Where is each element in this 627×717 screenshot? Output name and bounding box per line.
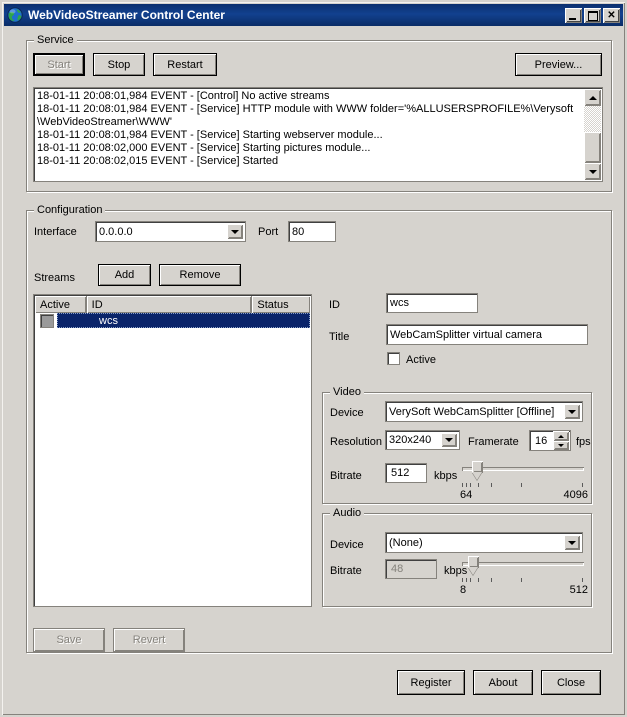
video-fps-label: fps xyxy=(576,436,591,448)
streams-list[interactable]: Active ID Status wcs xyxy=(33,294,312,607)
video-group-label: Video xyxy=(330,386,364,398)
minimize-button[interactable] xyxy=(565,7,582,23)
stream-title-label: Title xyxy=(329,331,350,343)
video-device-value: VerySoft WebCamSplitter [Offline] xyxy=(389,405,555,418)
chevron-down-icon[interactable] xyxy=(564,535,580,550)
port-label: Port xyxy=(258,226,279,238)
slider-ticks xyxy=(462,578,584,583)
video-bitrate-max: 4096 xyxy=(563,489,588,501)
interface-value: 0.0.0.0 xyxy=(99,225,133,238)
row-selection-highlight xyxy=(57,313,310,328)
configuration-group-label: Configuration xyxy=(34,204,106,216)
slider-thumb[interactable] xyxy=(468,556,479,577)
audio-bitrate-label: Bitrate xyxy=(330,565,362,577)
save-button[interactable]: Save xyxy=(33,628,105,652)
video-device-combo[interactable]: VerySoft WebCamSplitter [Offline] xyxy=(385,401,583,422)
column-header-status[interactable]: Status xyxy=(252,296,310,313)
video-resolution-label: Resolution xyxy=(330,436,382,448)
close-icon: ✕ xyxy=(607,9,616,21)
remove-stream-button[interactable]: Remove xyxy=(159,264,241,286)
title-bar[interactable]: WebVideoStreamer Control Center ✕ xyxy=(4,4,623,26)
video-resolution-value: 320x240 xyxy=(389,434,432,446)
stream-id-label: ID xyxy=(329,299,340,311)
slider-ticks xyxy=(462,483,584,488)
audio-bitrate-max: 512 xyxy=(569,584,588,596)
minimize-icon xyxy=(569,17,576,20)
about-button[interactable]: About xyxy=(473,670,533,695)
table-row[interactable]: wcs xyxy=(35,313,310,328)
dialog-close-button[interactable]: Close xyxy=(541,670,601,695)
scroll-up-button[interactable] xyxy=(584,89,601,106)
scroll-down-button[interactable] xyxy=(584,163,601,180)
stream-id-input[interactable]: wcs xyxy=(386,293,478,313)
audio-device-label: Device xyxy=(330,539,364,551)
audio-bitrate-slider[interactable]: 8 512 xyxy=(460,556,588,596)
revert-button[interactable]: Revert xyxy=(113,628,185,652)
add-stream-button[interactable]: Add xyxy=(98,264,151,286)
maximize-icon xyxy=(588,10,598,21)
stream-active-label: Active xyxy=(406,354,436,366)
audio-bitrate-min: 8 xyxy=(460,584,467,596)
video-device-label: Device xyxy=(330,407,364,419)
application-window: WebVideoStreamer Control Center ✕ Servic… xyxy=(0,0,627,717)
column-header-active[interactable]: Active xyxy=(35,296,87,313)
streams-label: Streams xyxy=(34,272,75,284)
video-bitrate-label: Bitrate xyxy=(330,470,362,482)
video-resolution-combo[interactable]: 320x240 xyxy=(385,430,460,450)
stop-button[interactable]: Stop xyxy=(93,53,145,76)
register-button[interactable]: Register xyxy=(397,670,465,695)
stream-active-checkbox[interactable] xyxy=(387,352,400,365)
slider-thumb[interactable] xyxy=(472,461,483,482)
spinner-down-icon[interactable] xyxy=(553,440,569,450)
maximize-button[interactable] xyxy=(584,7,601,23)
interface-combo[interactable]: 0.0.0.0 xyxy=(95,221,246,242)
spinner-up-icon[interactable] xyxy=(553,431,569,441)
video-framerate-spinner[interactable] xyxy=(553,431,569,450)
window-controls: ✕ xyxy=(565,7,620,23)
restart-button[interactable]: Restart xyxy=(153,53,217,76)
audio-group-label: Audio xyxy=(330,507,365,519)
audio-bitrate-input: 48 xyxy=(385,559,437,579)
video-framerate-label: Framerate xyxy=(468,436,519,448)
chevron-down-icon[interactable] xyxy=(564,404,580,419)
row-active-checkbox[interactable] xyxy=(40,313,54,328)
chevron-down-icon[interactable] xyxy=(227,224,243,239)
streams-list-header: Active ID Status xyxy=(35,296,310,313)
scroll-thumb[interactable] xyxy=(584,132,601,163)
start-button[interactable]: Start xyxy=(33,53,85,76)
video-bitrate-slider[interactable]: 64 4096 xyxy=(460,461,588,501)
close-button[interactable]: ✕ xyxy=(603,7,620,23)
window-title: WebVideoStreamer Control Center xyxy=(28,8,225,22)
audio-device-combo[interactable]: (None) xyxy=(385,532,583,553)
log-scrollbar[interactable] xyxy=(584,89,601,180)
service-log[interactable]: 18-01-11 20:08:01,984 EVENT - [Control] … xyxy=(33,87,603,182)
chevron-down-icon[interactable] xyxy=(441,433,457,447)
preview-button[interactable]: Preview... xyxy=(515,53,602,76)
interface-label: Interface xyxy=(34,226,77,238)
stream-title-input[interactable]: WebCamSplitter virtual camera xyxy=(386,324,588,345)
globe-icon xyxy=(7,7,23,23)
port-input[interactable]: 80 xyxy=(288,221,336,242)
video-bitrate-input[interactable]: 512 xyxy=(385,463,427,483)
audio-device-value: (None) xyxy=(389,536,423,549)
video-bitrate-min: 64 xyxy=(460,489,473,501)
row-id-value: wcs xyxy=(99,314,118,327)
service-group-label: Service xyxy=(34,34,77,46)
video-kbps-label: kbps xyxy=(434,470,458,482)
slider-rail xyxy=(462,562,584,566)
service-log-text: 18-01-11 20:08:01,984 EVENT - [Control] … xyxy=(37,90,574,167)
column-header-id[interactable]: ID xyxy=(86,296,253,313)
